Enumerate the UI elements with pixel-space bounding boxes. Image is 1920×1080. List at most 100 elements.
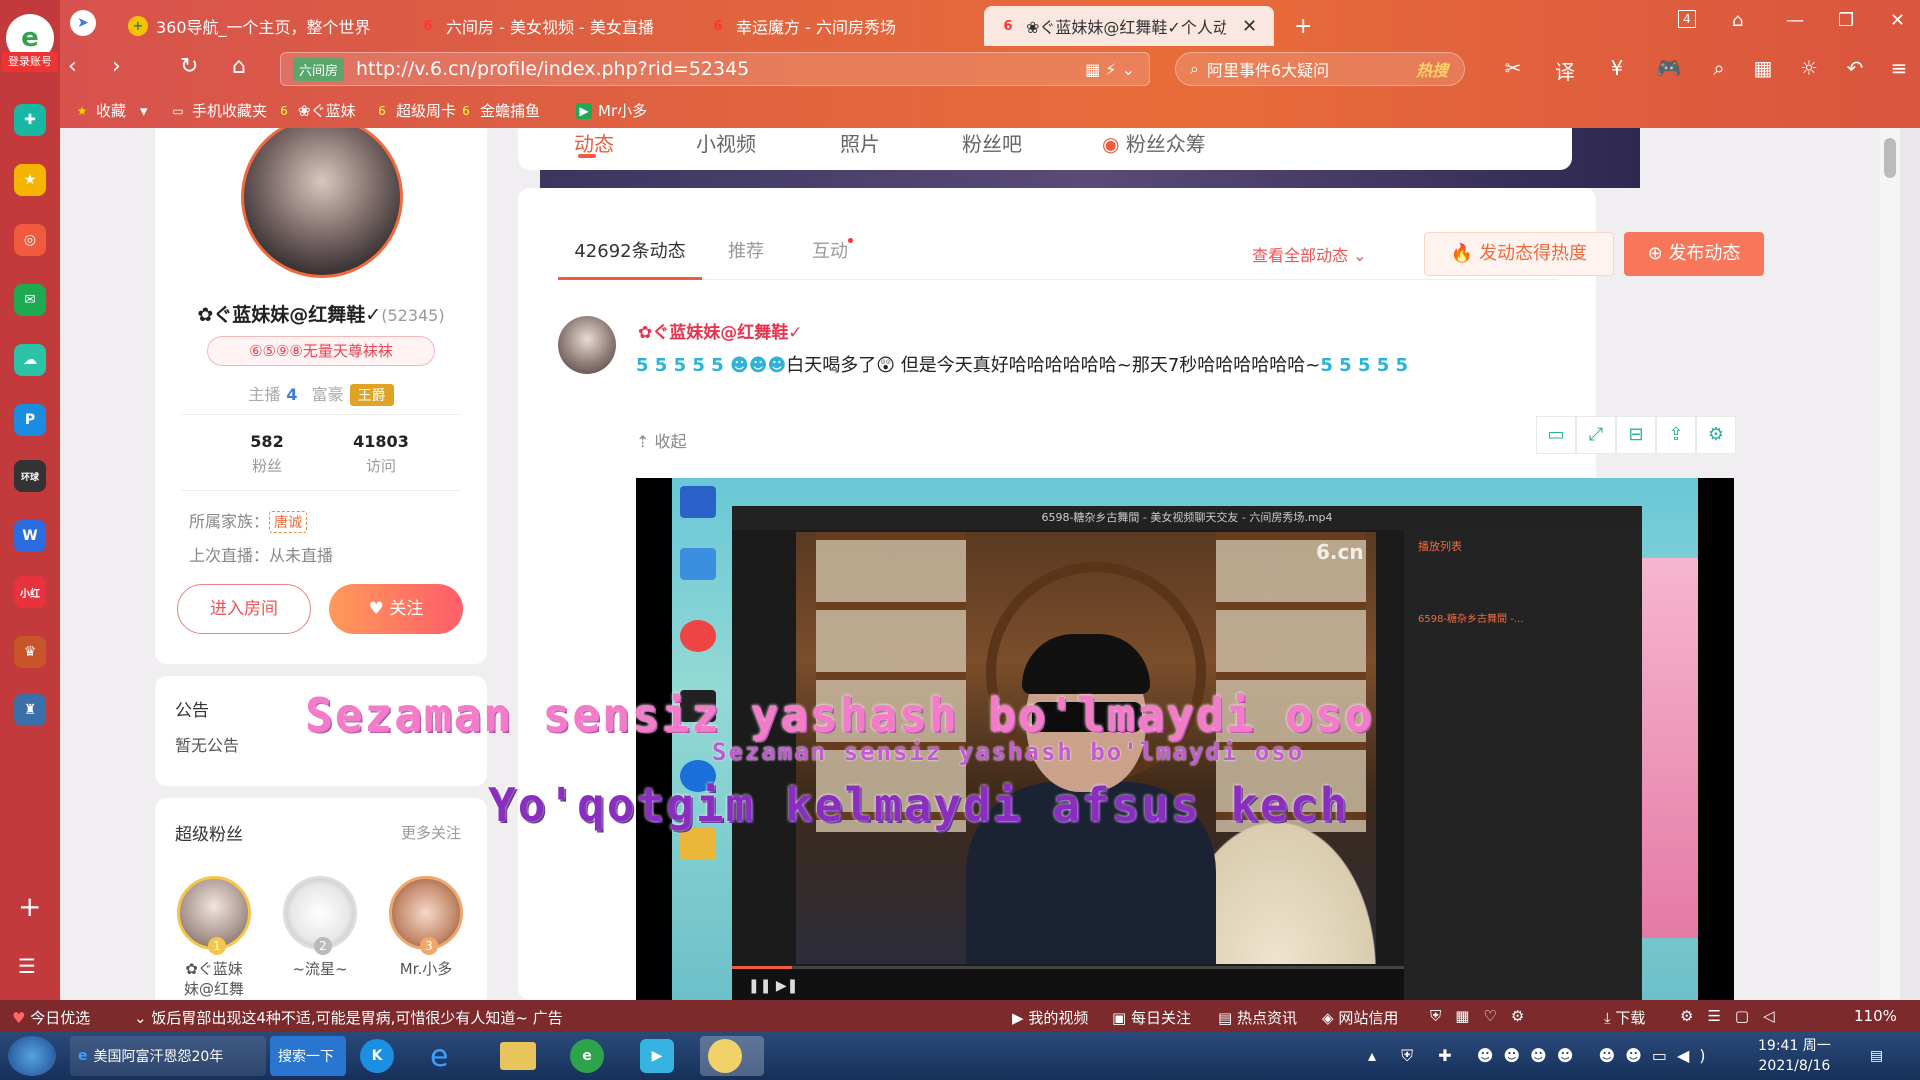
post-hot-button[interactable]: 🔥 发动态得热度: [1424, 232, 1614, 276]
fans-stat[interactable]: 582 粉丝: [207, 432, 327, 476]
find-icon[interactable]: ⌕: [1706, 56, 1732, 82]
close-tab-icon[interactable]: ✕: [1242, 16, 1257, 37]
progress-bar[interactable]: [732, 966, 1404, 969]
forward-icon[interactable]: ›: [112, 54, 121, 79]
minimize-icon[interactable]: —: [1786, 10, 1804, 31]
word-icon[interactable]: W: [14, 520, 46, 552]
taskbar-ie-window[interactable]: e 美国阿富汗恩怨20年: [70, 1036, 266, 1076]
bookmark-weekly-card[interactable]: 6 超级周卡: [374, 100, 456, 121]
status-tool-icons[interactable]: ⛨▦♡⚙: [1430, 1007, 1538, 1025]
home-icon[interactable]: ⌂: [232, 54, 246, 79]
post-avatar[interactable]: [558, 316, 616, 374]
apps-icon[interactable]: ▦: [1750, 56, 1776, 82]
start-button[interactable]: [8, 1036, 56, 1076]
tab-feed[interactable]: 动态: [574, 128, 614, 157]
address-bar[interactable]: 六间房 http://v.6.cn/profile/index.php?rid=…: [280, 52, 1150, 86]
360-browser-icon[interactable]: e: [562, 1036, 622, 1076]
media-app-icon[interactable]: [700, 1036, 764, 1076]
tab-count-icon[interactable]: 4: [1678, 10, 1696, 28]
explorer-icon[interactable]: [492, 1036, 552, 1076]
coin-icon[interactable]: ¥: [1604, 56, 1630, 82]
news-ticker[interactable]: ⌄ 饭后胃部出现这4种不适,可能是胃病,可惜很少有人知道~ 广告: [134, 1007, 563, 1028]
login-button[interactable]: 登录账号: [2, 52, 58, 72]
today-picks[interactable]: ♥ 今日优选: [12, 1007, 90, 1028]
tab-all-posts[interactable]: 42692条动态: [558, 224, 702, 280]
page-scrollbar[interactable]: [1880, 128, 1900, 1000]
brightness-icon[interactable]: ☼: [1796, 56, 1822, 82]
more-follows-link[interactable]: 更多关注: [401, 822, 461, 843]
search-button[interactable]: 搜索一下: [270, 1036, 346, 1076]
red-app-icon[interactable]: 小红: [14, 576, 46, 608]
add-icon[interactable]: +: [18, 890, 41, 923]
new-tab-button[interactable]: +: [1280, 6, 1320, 46]
video-player-icon[interactable]: ▶: [632, 1036, 692, 1076]
post-author[interactable]: ✿ぐ蓝妹妹@红舞鞋✓: [638, 318, 803, 343]
scissors-icon[interactable]: ✂: [1500, 56, 1526, 82]
p-app-icon[interactable]: P: [14, 404, 46, 436]
playlist-item[interactable]: 6598-糖杂乡古舞間 -...: [1418, 610, 1523, 625]
menu-icon[interactable]: ☰: [18, 954, 36, 978]
daily-focus[interactable]: ▣ 每日关注: [1112, 1007, 1191, 1028]
system-tray[interactable]: ▴ ⛨ ✚ ☻☻☻☻ ☻☻▭◀): [1360, 1036, 1740, 1076]
cloud-icon[interactable]: ☁: [14, 344, 46, 376]
tab-short-video[interactable]: 小视频: [696, 128, 756, 157]
fullscreen-icon[interactable]: ⤢: [1576, 416, 1616, 454]
fan-item[interactable]: 2 ~流星~: [275, 876, 365, 980]
tab-360[interactable]: + 360导航_一个主页，整个世界: [114, 6, 404, 46]
publish-button[interactable]: ⊕ 发布动态: [1624, 232, 1764, 276]
game-box-icon[interactable]: 环球: [14, 460, 46, 492]
playlist-header[interactable]: 播放列表: [1418, 538, 1462, 554]
settings-icon[interactable]: ⚙: [1696, 416, 1736, 454]
plus-circle-icon[interactable]: ✚: [14, 104, 46, 136]
profile-avatar[interactable]: [241, 128, 403, 278]
close-window-icon[interactable]: ✕: [1890, 10, 1905, 31]
search-box[interactable]: ⌕ 阿里事件6大疑问 热搜: [1175, 52, 1465, 86]
share-icon[interactable]: ⇪: [1656, 416, 1696, 454]
kugou-icon[interactable]: K: [352, 1036, 412, 1076]
tab-crowdfunding[interactable]: ◉ 粉丝众筹: [1102, 128, 1206, 157]
weibo-icon[interactable]: ◎: [14, 224, 46, 256]
family-tag[interactable]: 唐诚: [269, 511, 308, 533]
mail-icon[interactable]: ✉: [14, 284, 46, 316]
reload-icon[interactable]: ↻: [180, 54, 198, 79]
shirt-icon[interactable]: ⌂: [1732, 10, 1743, 31]
tab-interact[interactable]: 互动: [812, 224, 853, 280]
bookmark-fishing[interactable]: 6 金蟾捕鱼: [458, 100, 540, 121]
tab-photos[interactable]: 照片: [840, 128, 880, 157]
enter-room-button[interactable]: 进入房间: [177, 584, 311, 634]
qr-icon[interactable]: ▦ ⚡ ⌄: [1085, 60, 1135, 79]
compass-icon[interactable]: ➤: [70, 10, 96, 36]
game-icon[interactable]: ♛: [14, 636, 46, 668]
view-all-dropdown[interactable]: 查看全部动态 ⌄: [1252, 242, 1367, 266]
hot-news[interactable]: ▤ 热点资讯: [1218, 1007, 1297, 1028]
fan-item[interactable]: 1 ✿ぐ蓝妹 妹@红舞: [169, 876, 259, 999]
my-video[interactable]: ▶ 我的视频: [1012, 1007, 1088, 1028]
star-icon[interactable]: ★: [14, 164, 46, 196]
back-icon[interactable]: ‹: [68, 54, 77, 79]
ie-taskbar-icon[interactable]: e: [422, 1036, 482, 1076]
clock[interactable]: 19:41 周一 2021/8/16: [1758, 1036, 1831, 1076]
undo-icon[interactable]: ↶: [1842, 56, 1868, 82]
notification-icon[interactable]: ▤: [1862, 1036, 1910, 1076]
save-icon[interactable]: ⊟: [1616, 416, 1656, 454]
bookmark-mobile[interactable]: ▭ 手机收藏夹: [170, 100, 267, 121]
play-pause-icon[interactable]: ❚❚ ▶❚: [748, 978, 798, 994]
fan-item[interactable]: 3 Mr.小多: [381, 876, 471, 980]
scroll-thumb[interactable]: [1884, 138, 1896, 178]
gamepad-icon[interactable]: 🎮: [1656, 56, 1682, 82]
site-credit[interactable]: ◈ 网站信用: [1322, 1007, 1398, 1028]
tab-recommend[interactable]: 推荐: [728, 224, 764, 280]
collapse-link[interactable]: ⇡ 收起: [636, 428, 687, 452]
translate-icon[interactable]: 译: [1552, 56, 1578, 84]
tab-magic-cube[interactable]: 6 幸运魔方 - 六间房秀场: [694, 6, 984, 46]
bookmark-mrxiaoduo[interactable]: ▶ Mr小多: [576, 100, 647, 121]
menu-icon[interactable]: ≡: [1886, 56, 1912, 82]
status-tool-icons-2[interactable]: ⚙☰▢◁: [1680, 1007, 1789, 1025]
bookmark-lanmeimei[interactable]: 6 ❀ぐ蓝妹: [276, 100, 355, 121]
game2-icon[interactable]: ♜: [14, 694, 46, 726]
follow-button[interactable]: ♥ 关注: [329, 584, 463, 634]
zoom-level[interactable]: 110%: [1854, 1007, 1897, 1025]
tab-fan-forum[interactable]: 粉丝吧: [962, 128, 1022, 157]
maximize-icon[interactable]: ❐: [1838, 10, 1854, 31]
copy-icon[interactable]: ▭: [1536, 416, 1576, 454]
